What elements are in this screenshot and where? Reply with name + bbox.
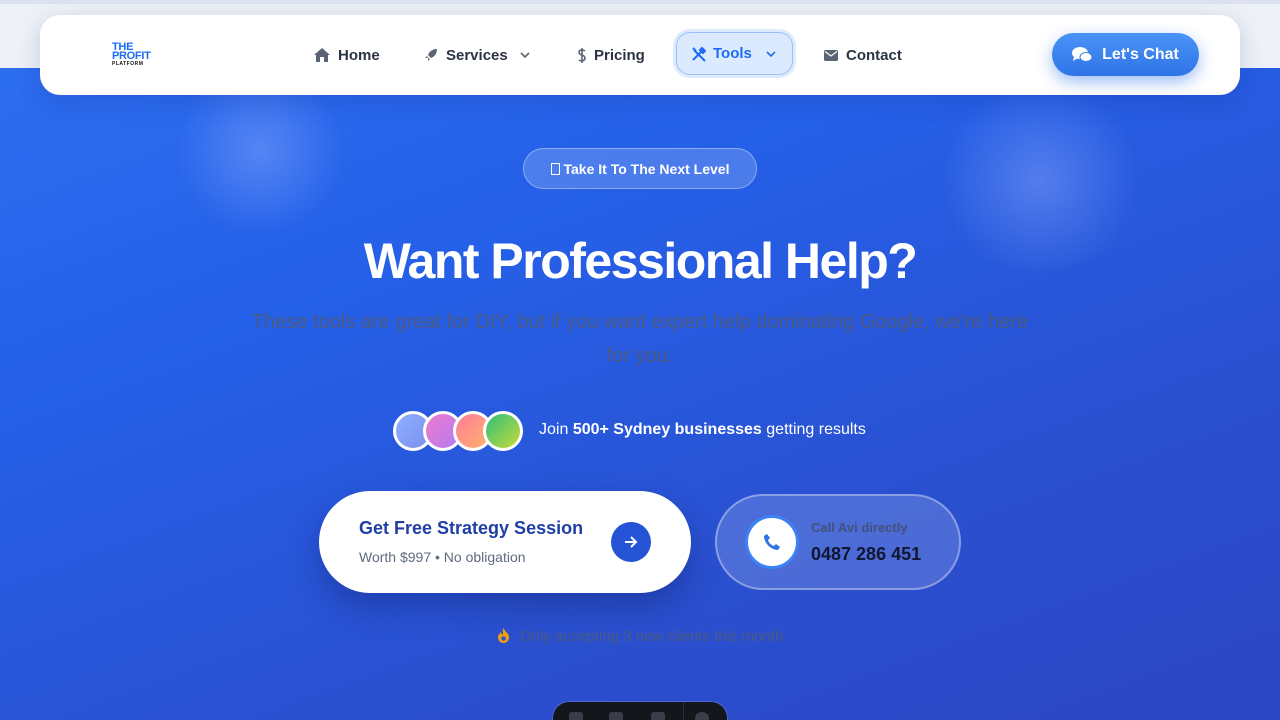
- arrow-right-icon: [611, 522, 651, 562]
- envelope-icon: [824, 49, 838, 61]
- missing-glyph-icon: [550, 162, 560, 175]
- scarcity-note: Only accepting 3 new clients this month: [0, 628, 1280, 645]
- strategy-session-button[interactable]: Get Free Strategy Session Worth $997 • N…: [319, 491, 691, 593]
- navbar: THE PROFIT PLATFORM Home Services Pricin…: [40, 15, 1240, 95]
- nav-home-label: Home: [338, 46, 380, 64]
- toolbar-button[interactable]: [651, 712, 665, 720]
- nav-services[interactable]: Services: [424, 45, 530, 65]
- call-button[interactable]: Call Avi directly 0487 286 451: [715, 494, 961, 590]
- social-proof-highlight: 500+ Sydney businesses: [572, 421, 762, 438]
- phone-number: 0487 286 451: [811, 544, 922, 564]
- nav-home[interactable]: Home: [314, 45, 380, 65]
- chevron-down-icon: [766, 50, 776, 57]
- phone-icon: [745, 515, 799, 569]
- floating-toolbar: [553, 702, 727, 720]
- toolbar-divider: [683, 702, 684, 720]
- tools-icon: [692, 46, 707, 62]
- nav-pricing[interactable]: Pricing: [578, 45, 645, 65]
- social-proof-suffix: getting results: [766, 421, 866, 438]
- social-proof-prefix: Join: [539, 421, 569, 438]
- logo-line-3: PLATFORM: [112, 61, 144, 67]
- lets-chat-label: Let's Chat: [1102, 45, 1179, 63]
- hero-subheadline: These tools are great for DIY, but if yo…: [251, 311, 1029, 367]
- nav-tools[interactable]: Tools: [676, 32, 793, 75]
- nav-tools-label: Tools: [713, 45, 752, 62]
- home-icon: [314, 48, 330, 62]
- social-proof-text: Join 500+ Sydney businesses getting resu…: [539, 421, 866, 439]
- toolbar-button[interactable]: [569, 712, 583, 720]
- hero-badge: Take It To The Next Level: [523, 148, 757, 189]
- avatar-stack: [393, 411, 533, 451]
- gear-icon[interactable]: [695, 712, 709, 720]
- nav-pricing-label: Pricing: [594, 46, 645, 64]
- nav-contact[interactable]: Contact: [824, 45, 902, 65]
- logo-line-2: PROFIT: [112, 50, 151, 62]
- call-label: Call Avi directly: [811, 520, 908, 535]
- strategy-session-subtitle: Worth $997 • No obligation: [359, 549, 526, 565]
- avatar: [483, 411, 523, 451]
- rocket-icon: [425, 49, 437, 61]
- chevron-down-icon: [520, 52, 530, 58]
- fire-icon: [497, 628, 509, 643]
- scarcity-text: Only accepting 3 new clients this month: [519, 628, 784, 645]
- dollar-icon: [578, 47, 586, 63]
- strategy-session-title: Get Free Strategy Session: [359, 518, 584, 538]
- logo[interactable]: THE PROFIT PLATFORM: [112, 42, 172, 68]
- nav-contact-label: Contact: [846, 46, 902, 64]
- hero-badge-text: Take It To The Next Level: [563, 160, 730, 177]
- toolbar-button[interactable]: [609, 712, 623, 720]
- lets-chat-button[interactable]: Let's Chat: [1052, 33, 1199, 76]
- chat-bubbles-icon: [1072, 46, 1093, 62]
- hero-headline: Want Professional Help?: [363, 233, 918, 289]
- nav-services-label: Services: [446, 46, 508, 64]
